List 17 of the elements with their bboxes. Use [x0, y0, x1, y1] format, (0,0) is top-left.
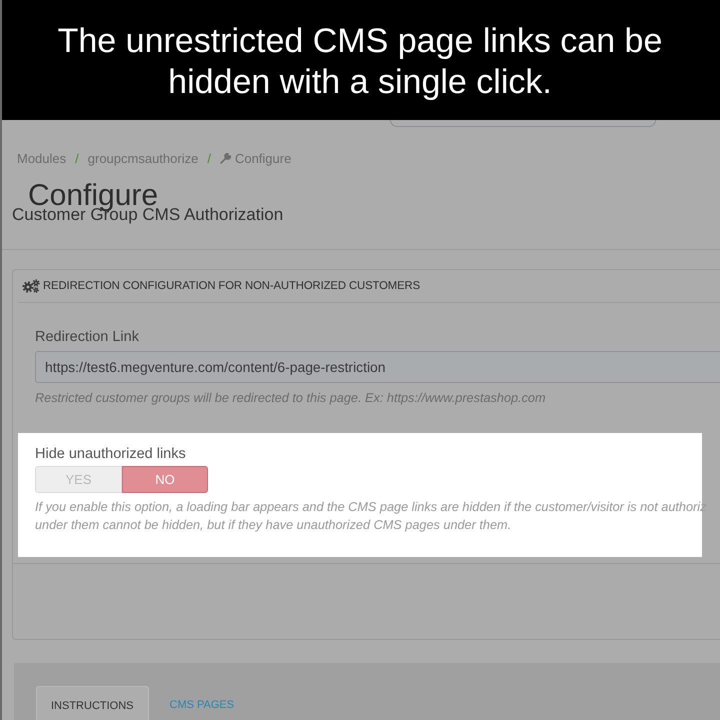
help-text: Restricted customer groups will be redirected to this page. Ex: https://www.prestashop.com	[35, 390, 546, 407]
breadcrumb-separator: /	[75, 151, 79, 166]
caption-text: The unrestricted CMS page links can be hidden with a single click.	[56, 21, 664, 103]
field-label: Redirection Link	[35, 329, 140, 345]
tab[interactable]: INSTRUCTIONS	[36, 686, 148, 720]
breadcrumb-current: Configure	[234, 151, 292, 166]
breadcrumb-link[interactable]: Modules	[17, 151, 66, 166]
gears-icon	[22, 279, 40, 293]
breadcrumb-link[interactable]: groupcmsauthorize	[88, 151, 198, 166]
panel-title: REDIRECTION CONFIGURATION FOR NON-AUTHORIZED CUSTOMERS	[43, 280, 420, 292]
wrench-icon	[220, 153, 231, 164]
field-label: Hide unauthorized links	[35, 446, 187, 462]
breadcrumb-separator: /	[207, 151, 211, 166]
switch-option[interactable]: NO	[122, 466, 208, 493]
text-input[interactable]: https://test6.megventure.com/content/6-page-restriction	[35, 351, 720, 383]
tab[interactable]: CMS PAGES	[156, 686, 248, 720]
search-field[interactable]	[390, 120, 656, 127]
